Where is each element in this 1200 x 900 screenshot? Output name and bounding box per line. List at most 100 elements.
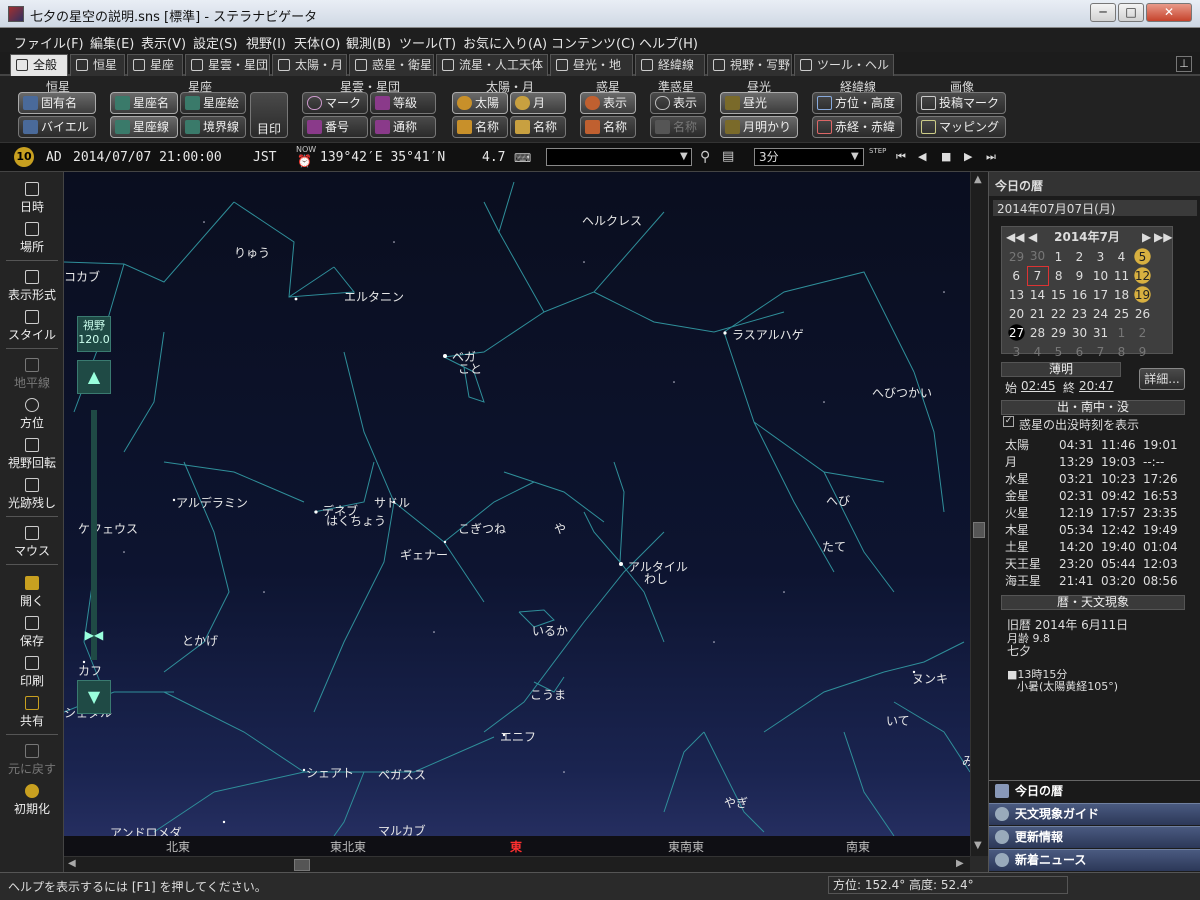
- menu-view[interactable]: 表示(V): [141, 33, 186, 52]
- scroll-thumb[interactable]: [973, 522, 985, 538]
- calendar-day[interactable]: 16: [1069, 285, 1090, 304]
- sun-name-button[interactable]: 名称: [452, 116, 508, 138]
- menu-fov[interactable]: 視野(I): [246, 33, 286, 52]
- location[interactable]: 139°42′E 35°41′N: [320, 150, 445, 165]
- calendar-day-selected[interactable]: 7: [1026, 265, 1049, 286]
- calendar-day[interactable]: 6: [1069, 342, 1090, 361]
- calendar-day[interactable]: 14: [1027, 285, 1048, 304]
- dwarf-name-button[interactable]: 名称: [650, 116, 706, 138]
- nav-news[interactable]: 新着ニュース: [989, 849, 1200, 871]
- horizon-tool[interactable]: 地平線: [0, 358, 64, 391]
- datetime[interactable]: 2014/07/07 21:00:00: [73, 150, 222, 165]
- direction-tool[interactable]: 方位: [0, 398, 64, 431]
- calendar-day[interactable]: 5: [1048, 342, 1069, 361]
- calendar-day[interactable]: 23: [1069, 304, 1090, 323]
- moonlight-button[interactable]: 月明かり: [720, 116, 798, 138]
- zoom-slider-track[interactable]: [91, 410, 97, 660]
- tab-nebulae[interactable]: 星雲・星団: [185, 54, 270, 76]
- calendar-day[interactable]: 31: [1090, 323, 1111, 342]
- calendar-day[interactable]: 2: [1069, 247, 1090, 266]
- daylight-button[interactable]: 昼光: [720, 92, 798, 114]
- calendar-day[interactable]: 25: [1111, 304, 1132, 323]
- marker-button[interactable]: 目印: [250, 92, 288, 138]
- menu-edit[interactable]: 編集(E): [90, 33, 134, 52]
- menu-favorites[interactable]: お気に入り(A): [463, 33, 547, 52]
- scroll-right-icon[interactable]: ▶: [956, 858, 964, 869]
- common-name-button[interactable]: 通称: [370, 116, 436, 138]
- scroll-thumb[interactable]: [294, 859, 310, 871]
- minimize-button[interactable]: ─: [1090, 3, 1116, 22]
- trail-tool[interactable]: 光跡残し: [0, 478, 64, 511]
- step-dropdown-icon[interactable]: ▼: [851, 151, 859, 162]
- rotate-view-tool[interactable]: 視野回転: [0, 438, 64, 471]
- zoom-slider-handle[interactable]: ▶◀: [77, 628, 111, 642]
- step-label[interactable]: STEP: [869, 147, 886, 155]
- time-step-select[interactable]: 3分: [754, 148, 864, 166]
- print-tool[interactable]: 印刷: [0, 656, 64, 689]
- calendar-day[interactable]: 4: [1111, 247, 1132, 266]
- number-button[interactable]: 番号: [302, 116, 368, 138]
- calendar-day[interactable]: 30: [1069, 323, 1090, 342]
- calendar-day[interactable]: 29: [1048, 323, 1069, 342]
- calendar-day[interactable]: 24: [1090, 304, 1111, 323]
- tab-meteors[interactable]: 流星・人工天体: [436, 54, 548, 76]
- calendar-day[interactable]: 26: [1132, 304, 1153, 323]
- prev-year-icon[interactable]: ◀◀: [1006, 227, 1024, 247]
- calendar-day[interactable]: 1: [1111, 323, 1132, 342]
- style-tool[interactable]: スタイル: [0, 310, 64, 343]
- calendar-day[interactable]: 3: [1006, 342, 1027, 361]
- step-forward-icon[interactable]: ▶: [964, 150, 976, 164]
- tab-tools-help[interactable]: ツール・ヘルプ: [794, 54, 894, 92]
- step-back-icon[interactable]: ◀: [918, 150, 930, 164]
- moon-button[interactable]: 月: [510, 92, 566, 114]
- tab-daylight[interactable]: 昼光・地形: [550, 54, 633, 92]
- calendar-day-moon[interactable]: 19: [1132, 285, 1153, 304]
- calendar-day[interactable]: 3: [1090, 247, 1111, 266]
- calendar-day-moon[interactable]: 5: [1132, 247, 1153, 266]
- dropdown-arrow-icon[interactable]: ▼: [680, 151, 688, 162]
- calendar-day[interactable]: 22: [1048, 304, 1069, 323]
- sky-view[interactable]: ヘルクレス りゅう コカブ エルタニン ベガ こと ラスアルハゲ へびつかい ア…: [64, 172, 970, 836]
- menu-object[interactable]: 天体(O): [294, 33, 340, 52]
- calendar-day-moon[interactable]: 12: [1132, 266, 1153, 285]
- next-month-icon[interactable]: ▶: [1142, 227, 1151, 247]
- reset-tool[interactable]: 初期化: [0, 784, 64, 817]
- menu-help[interactable]: ヘルプ(H): [639, 33, 698, 52]
- calendar-day[interactable]: 17: [1090, 285, 1111, 304]
- calendar-day[interactable]: 29: [1006, 247, 1027, 266]
- planet-name-button[interactable]: 名称: [580, 116, 636, 138]
- tab-fov[interactable]: 視野・写野: [707, 54, 792, 76]
- menu-contents[interactable]: コンテンツ(C): [551, 33, 635, 52]
- calendar-day[interactable]: 4: [1027, 342, 1048, 361]
- mouse-tool[interactable]: マウス: [0, 526, 64, 559]
- calendar-day[interactable]: 10: [1090, 266, 1111, 285]
- altaz-grid-button[interactable]: 方位・高度: [812, 92, 902, 114]
- nebula-mark-button[interactable]: マーク: [302, 92, 368, 114]
- calendar-day[interactable]: 11: [1111, 266, 1132, 285]
- calendar-day[interactable]: 30: [1027, 247, 1048, 266]
- nav-updates[interactable]: 更新情報: [989, 826, 1200, 848]
- nav-astro-guide[interactable]: 天文現象ガイド: [989, 803, 1200, 825]
- prev-month-icon[interactable]: ◀: [1028, 227, 1037, 247]
- limiting-magnitude[interactable]: 4.7: [482, 150, 505, 165]
- calendar-day[interactable]: 7: [1090, 342, 1111, 361]
- calendar-day[interactable]: 13: [1006, 285, 1027, 304]
- next-year-icon[interactable]: ▶▶: [1154, 227, 1172, 247]
- close-button[interactable]: ✕: [1146, 3, 1192, 22]
- datetime-tool[interactable]: 日時: [0, 182, 64, 215]
- menu-file[interactable]: ファイル(F): [14, 33, 84, 52]
- nav-today-calendar[interactable]: 今日の暦: [989, 780, 1200, 802]
- list-icon[interactable]: ▤: [722, 149, 734, 164]
- radec-grid-button[interactable]: 赤経・赤緯: [812, 116, 902, 138]
- bayer-button[interactable]: バイエル: [18, 116, 96, 138]
- proper-name-button[interactable]: 固有名: [18, 92, 96, 114]
- calendar-day[interactable]: 8: [1048, 266, 1069, 285]
- planet-show-button[interactable]: 表示: [580, 92, 636, 114]
- boundary-button[interactable]: 境界線: [180, 116, 246, 138]
- zoom-out-button[interactable]: ▼: [77, 680, 111, 714]
- calendar-day[interactable]: 9: [1132, 342, 1153, 361]
- calendar-day-new-moon[interactable]: 27: [1006, 323, 1027, 342]
- horizontal-scrollbar[interactable]: ◀ ▶: [64, 856, 970, 872]
- tab-general[interactable]: 全般: [10, 54, 68, 76]
- calendar-day[interactable]: 20: [1006, 304, 1027, 323]
